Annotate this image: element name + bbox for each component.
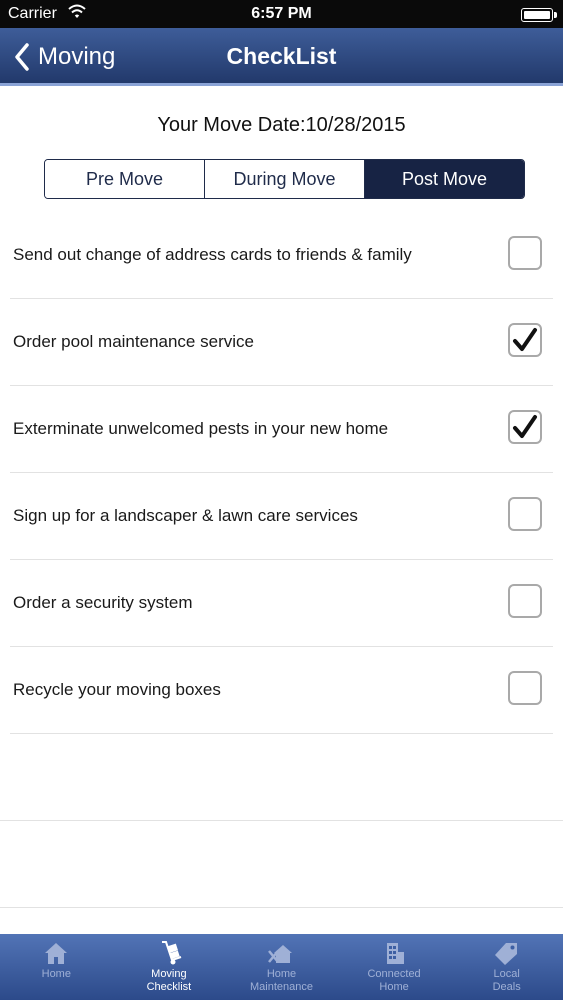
status-time: 6:57 PM bbox=[251, 5, 312, 22]
checklist-item-text: Order pool maintenance service bbox=[13, 332, 254, 351]
tab-local-deals[interactable]: Local Deals bbox=[450, 934, 563, 1000]
tab-label: Home bbox=[41, 968, 71, 980]
tab-label-line2: Home bbox=[379, 981, 409, 993]
segment-post-move[interactable]: Post Move bbox=[365, 160, 524, 198]
checklist-item-text: Order a security system bbox=[13, 593, 193, 612]
tab-label-line2: Maintenance bbox=[249, 981, 313, 993]
tab-label-line2: Checklist bbox=[146, 981, 192, 993]
checklist-item-text: Recycle your moving boxes bbox=[13, 680, 221, 699]
checklist-checkbox[interactable] bbox=[508, 497, 542, 531]
move-date-label: Your Move Date:10/28/2015 bbox=[157, 114, 406, 136]
checklist-item: Exterminate unwelcomed pests in your new… bbox=[0, 386, 563, 473]
checklist-checkbox[interactable] bbox=[508, 323, 542, 357]
checklist-item: Send out change of address cards to frie… bbox=[0, 212, 563, 299]
navigation-bar: Moving CheckList bbox=[0, 28, 563, 86]
tab-moving-checklist[interactable]: Moving Checklist bbox=[113, 934, 226, 1000]
checklist-item: Order a security system bbox=[0, 560, 563, 647]
checklist-item-text: Send out change of address cards to frie… bbox=[13, 245, 412, 264]
tab-home[interactable]: Home bbox=[0, 934, 113, 1000]
tab-bar: Home Moving Checklist Home Maintenance C… bbox=[0, 934, 563, 1000]
checklist-checkbox[interactable] bbox=[508, 236, 542, 270]
tools-house-icon bbox=[268, 945, 293, 963]
checklist-item: Recycle your moving boxes bbox=[0, 647, 563, 734]
tab-home-maintenance[interactable]: Home Maintenance bbox=[225, 934, 338, 1000]
checklist-item: Order pool maintenance service bbox=[0, 299, 563, 386]
phase-segmented-control: Pre Move During Move Post Move bbox=[44, 159, 525, 199]
checklist-item-text: Exterminate unwelcomed pests in your new… bbox=[13, 419, 389, 438]
tag-icon bbox=[494, 943, 517, 965]
page-title: CheckList bbox=[226, 43, 337, 69]
checklist-item: Sign up for a landscaper & lawn care ser… bbox=[0, 473, 563, 560]
checkmark-icon bbox=[513, 415, 537, 438]
segment-pre-move[interactable]: Pre Move bbox=[45, 160, 205, 198]
hand-truck-icon bbox=[161, 941, 182, 965]
tab-label: Home bbox=[266, 968, 297, 980]
row-divider bbox=[0, 907, 563, 908]
empty-row bbox=[0, 821, 563, 908]
checklist-checkbox[interactable] bbox=[508, 671, 542, 705]
home-icon bbox=[45, 943, 68, 964]
tab-label: Moving bbox=[151, 968, 187, 980]
battery-icon bbox=[521, 8, 557, 22]
empty-row bbox=[0, 734, 563, 821]
tab-label: Connected bbox=[367, 968, 421, 980]
tab-label-line2: Deals bbox=[492, 981, 521, 993]
status-bar: Carrier 6:57 PM bbox=[0, 0, 563, 28]
tab-connected-home[interactable]: Connected Home bbox=[338, 934, 451, 1000]
checkmark-icon bbox=[513, 328, 537, 351]
building-icon bbox=[387, 943, 405, 964]
segment-during-move[interactable]: During Move bbox=[205, 160, 365, 198]
checklist: Send out change of address cards to frie… bbox=[0, 212, 563, 908]
tab-label: Local bbox=[493, 968, 520, 980]
checklist-checkbox[interactable] bbox=[508, 410, 542, 444]
checklist-checkbox[interactable] bbox=[508, 584, 542, 618]
checklist-item-text: Sign up for a landscaper & lawn care ser… bbox=[13, 506, 358, 525]
